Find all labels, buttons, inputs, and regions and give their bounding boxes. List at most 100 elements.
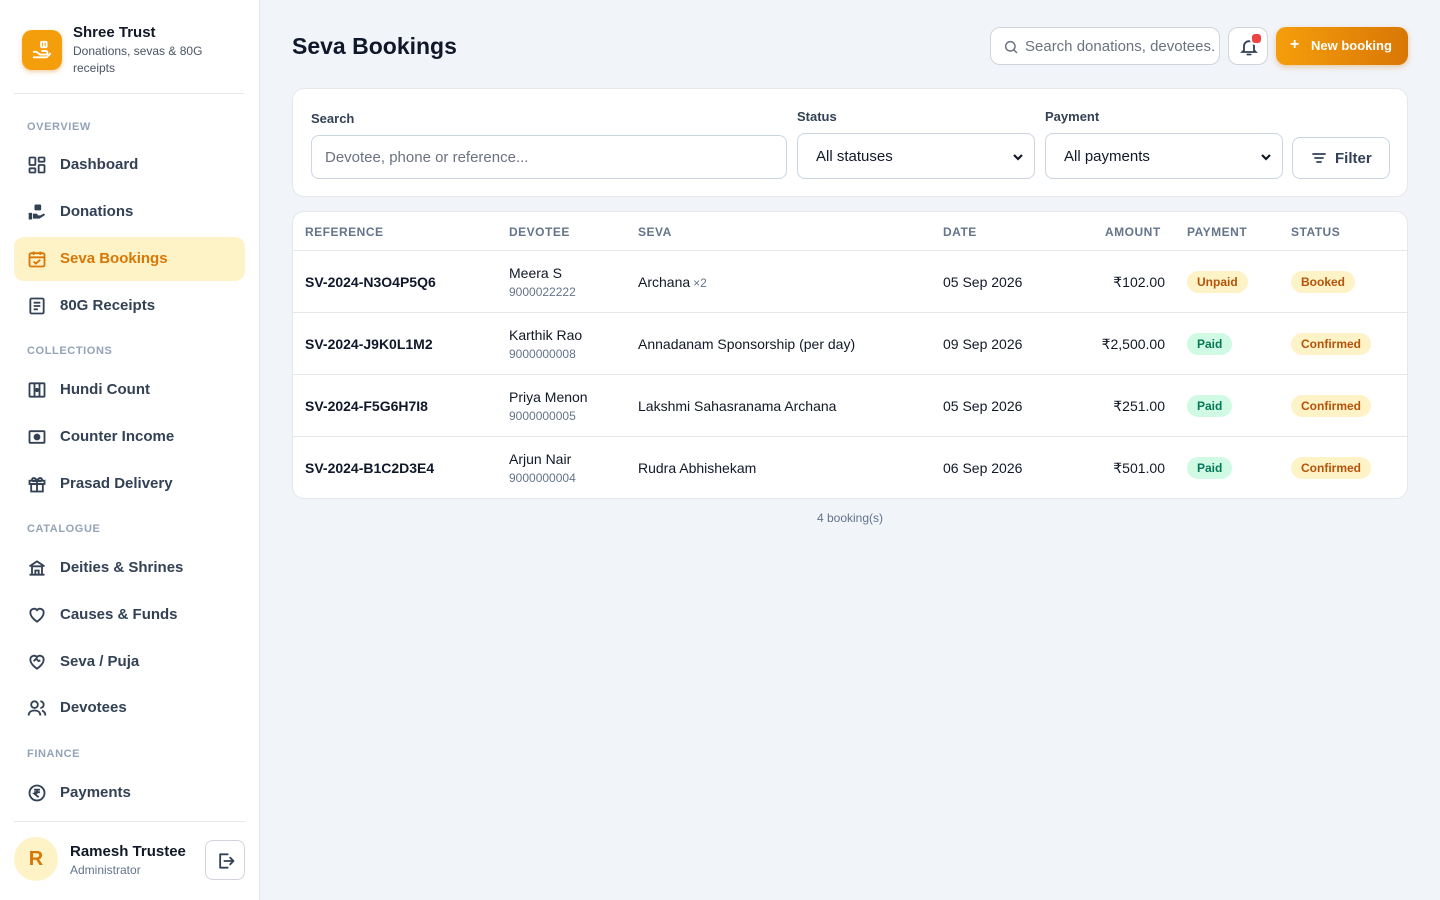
page-title: Seva Bookings — [292, 33, 457, 59]
booking-amount: ₹501.00 — [1113, 460, 1165, 476]
sidebar-item-label: Payments — [60, 784, 131, 801]
booking-reference[interactable]: SV-2024-F5G6H7I8 — [305, 398, 428, 414]
nav-section-collections: COLLECTIONS — [27, 345, 113, 357]
booking-count: 4 booking(s) — [816, 511, 884, 525]
sidebar-item-causes-funds[interactable]: Causes & Funds — [14, 593, 245, 637]
column-header-amount[interactable]: AMOUNT — [1105, 225, 1161, 239]
booking-reference[interactable]: SV-2024-B1C2D3E4 — [305, 460, 434, 476]
seva-name: Annadanam Sponsorship (per day) — [638, 336, 855, 352]
sidebar-item-label: 80G Receipts — [60, 297, 156, 314]
devotee-phone: 9000000004 — [509, 471, 576, 485]
seva-label: Rudra Abhishekam — [638, 460, 757, 476]
search-icon — [1004, 40, 1018, 54]
brand-name: Shree Trust — [73, 24, 156, 41]
sidebar-item-deities-shrines[interactable]: Deities & Shrines — [14, 546, 245, 590]
status-badge: Confirmed — [1291, 333, 1371, 355]
sidebar-item-label: Hundi Count — [60, 381, 150, 398]
status-select[interactable]: All statuses — [797, 133, 1035, 179]
devotee-name: Karthik Rao — [509, 327, 583, 343]
receipt-icon — [29, 297, 45, 315]
booking-amount: ₹102.00 — [1113, 274, 1165, 290]
users-icon — [27, 700, 47, 716]
sidebar-item-label: Seva / Puja — [60, 653, 140, 670]
sidebar-item-label: Prasad Delivery — [60, 475, 173, 492]
search-label: Search — [311, 111, 355, 126]
status-label: Status — [797, 109, 837, 124]
payment-badge: Paid — [1187, 395, 1233, 417]
column-header-seva[interactable]: SEVA — [638, 225, 672, 239]
devotee-name: Priya Menon — [509, 389, 588, 405]
seva-name: Lakshmi Sahasranama Archana — [638, 398, 836, 414]
seva-label: Annadanam Sponsorship (per day) — [638, 336, 856, 352]
sidebar-item-donations[interactable]: Donations — [14, 190, 245, 234]
status-badge: Booked — [1291, 271, 1356, 293]
sidebar-item-prasad-delivery[interactable]: Prasad Delivery — [14, 462, 245, 506]
nav-section-catalogue: CATALOGUE — [27, 523, 101, 535]
plus-icon: + — [1290, 36, 1300, 53]
seva-quantity: ×2 — [693, 276, 707, 290]
column-header-date[interactable]: DATE — [943, 225, 977, 239]
global-search — [990, 27, 1220, 65]
devotee-phone: 9000000008 — [509, 347, 576, 361]
user-name: Ramesh Trustee — [70, 843, 186, 860]
column-header-status[interactable]: STATUS — [1291, 225, 1340, 239]
heart-icon — [29, 607, 45, 623]
booking-date: 06 Sep 2026 — [943, 460, 1023, 476]
payment-badge: Paid — [1187, 457, 1233, 479]
sidebar-item-label: Counter Income — [60, 428, 175, 445]
global-search-input[interactable] — [1025, 28, 1215, 64]
payment-select-value: All payments — [1064, 148, 1150, 165]
sidebar-item-label: Devotees — [60, 699, 127, 716]
column-header-devotee[interactable]: DEVOTEE — [509, 225, 570, 239]
table-row[interactable]: SV-2024-F5G6H7I8 Priya Menon 9000000005 … — [293, 375, 1407, 437]
status-select-value: All statuses — [816, 148, 893, 165]
sidebar-item-devotees[interactable]: Devotees — [14, 686, 245, 730]
booking-search-input[interactable] — [311, 135, 787, 179]
payment-badge: Paid — [1187, 333, 1233, 355]
notifications-button[interactable] — [1228, 27, 1268, 65]
sidebar-item-seva-bookings[interactable]: Seva Bookings — [14, 237, 245, 281]
new-booking-button[interactable]: + New booking — [1276, 27, 1408, 65]
rupee-circle-icon — [28, 784, 46, 802]
sidebar-item-payments[interactable]: Payments — [14, 771, 245, 815]
bookings-table: REFERENCE DEVOTEE SEVA DATE AMOUNT PAYME… — [292, 211, 1408, 499]
sidebar-item-dashboard[interactable]: Dashboard — [14, 143, 245, 187]
filter-button-label: Filter — [1335, 150, 1372, 167]
cash-icon — [28, 430, 46, 444]
nav-section-finance: FINANCE — [27, 748, 81, 760]
heart-handshake-icon — [29, 654, 45, 670]
booking-date: 09 Sep 2026 — [943, 336, 1023, 352]
devotee-name: Arjun Nair — [509, 451, 572, 467]
filter-button[interactable]: Filter — [1292, 137, 1390, 179]
nav-section-overview: OVERVIEW — [27, 121, 91, 133]
column-header-payment[interactable]: PAYMENT — [1187, 225, 1247, 239]
booking-date: 05 Sep 2026 — [943, 274, 1023, 290]
logout-icon — [219, 853, 235, 869]
seva-name: Rudra Abhishekam — [638, 460, 756, 476]
status-badge: Confirmed — [1291, 457, 1371, 479]
booking-reference[interactable]: SV-2024-N3O4P5Q6 — [305, 274, 436, 290]
table-row[interactable]: SV-2024-J9K0L1M2 Karthik Rao 9000000008 … — [293, 313, 1407, 375]
sidebar-item-label: Dashboard — [60, 156, 139, 173]
notification-dot — [1250, 32, 1263, 45]
avatar: R — [14, 837, 58, 881]
donation-hand-icon — [28, 204, 45, 220]
booking-date: 05 Sep 2026 — [943, 398, 1023, 414]
new-booking-label: New booking — [1311, 38, 1392, 53]
table-row[interactable]: SV-2024-N3O4P5Q6 Meera S 9000022222 Arch… — [293, 251, 1407, 313]
column-header-reference[interactable]: REFERENCE — [305, 225, 384, 239]
booking-reference[interactable]: SV-2024-J9K0L1M2 — [305, 336, 433, 352]
sidebar-item-hundi-count[interactable]: Hundi Count — [14, 368, 245, 412]
sidebar-item-label: Donations — [60, 203, 134, 220]
sidebar-item-seva-puja[interactable]: Seva / Puja — [14, 640, 245, 684]
filter-lines-icon — [1312, 153, 1326, 163]
sidebar-item-label: Causes & Funds — [60, 606, 178, 623]
brand: Shree Trust Donations, sevas & 80G recei… — [14, 16, 244, 94]
seva-label: Archana — [638, 274, 691, 290]
logout-button[interactable] — [205, 840, 245, 880]
sidebar-item-80g-receipts[interactable]: 80G Receipts — [14, 284, 245, 328]
table-row[interactable]: SV-2024-B1C2D3E4 Arjun Nair 9000000004 R… — [293, 437, 1407, 498]
sidebar-item-counter-income[interactable]: Counter Income — [14, 415, 245, 459]
payment-select[interactable]: All payments — [1045, 133, 1283, 179]
gift-icon — [28, 477, 46, 493]
